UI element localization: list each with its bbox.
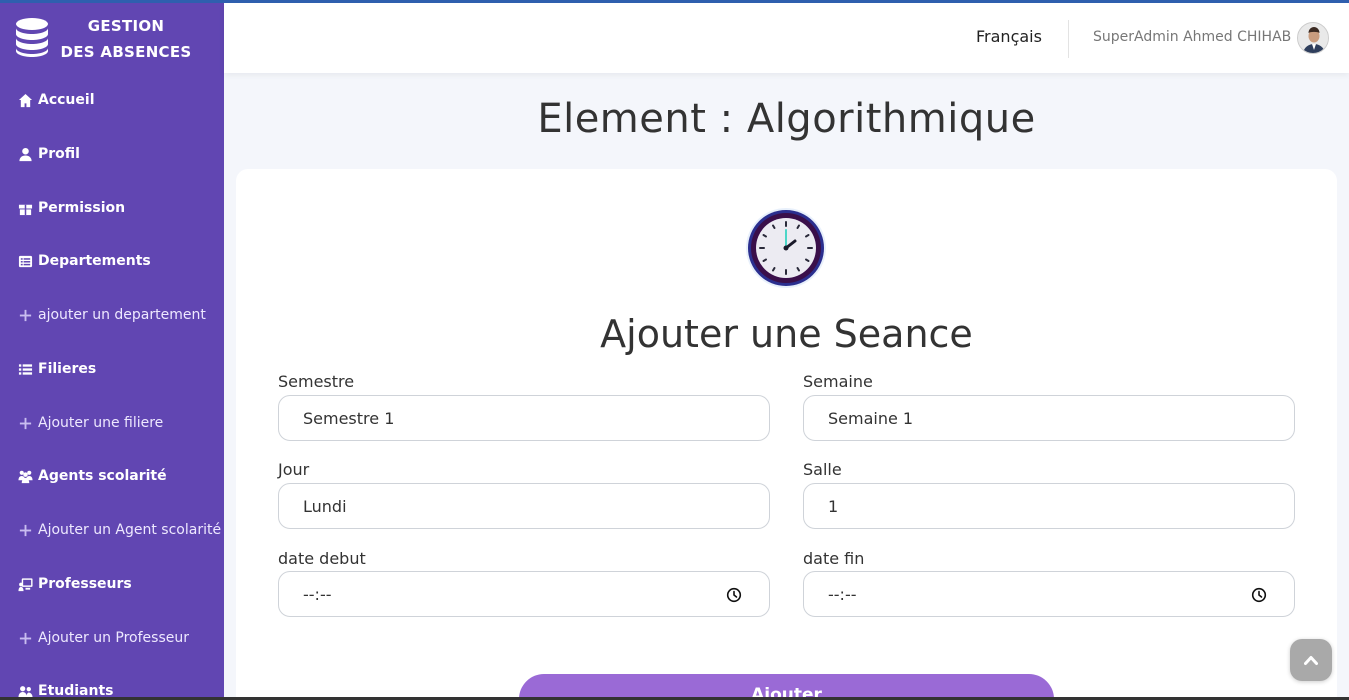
salle-label: Salle xyxy=(803,460,842,479)
home-icon xyxy=(16,92,34,108)
sidebar-item-accueil[interactable]: Accueil xyxy=(16,89,95,111)
date-fin-label: date fin xyxy=(803,549,865,568)
user-name[interactable]: SuperAdmin Ahmed CHIHAB xyxy=(1093,29,1291,45)
sidebar-item-departements[interactable]: Departements xyxy=(16,250,151,272)
date-debut-value: --:-- xyxy=(303,584,332,604)
sidebar-item-label: Filieres xyxy=(38,361,97,377)
database-icon xyxy=(16,18,48,57)
sidebar-item-label: Agents scolarité xyxy=(38,468,167,484)
form-title: Ajouter une Seance xyxy=(600,312,973,356)
clock-picker-icon[interactable] xyxy=(1251,587,1267,603)
sidebar-item-ajouter-agent[interactable]: Ajouter un Agent scolarité xyxy=(16,519,221,541)
sidebar-item-label: Professeurs xyxy=(38,576,132,592)
user-photo-icon xyxy=(1298,23,1328,53)
brand[interactable]: GESTION DES ABSENCES xyxy=(0,3,224,73)
date-fin-input[interactable]: --:-- xyxy=(803,571,1295,617)
page-title: Element : Algorithmique xyxy=(537,96,1036,142)
sidebar-item-label: ajouter un departement xyxy=(38,307,206,323)
sidebar-item-ajouter-professeur[interactable]: Ajouter un Professeur xyxy=(16,627,189,649)
plus-icon xyxy=(16,307,34,323)
language-selector[interactable]: Français xyxy=(976,27,1042,46)
brand-title: GESTION DES ABSENCES xyxy=(52,13,200,65)
top-accent-bar xyxy=(0,0,1349,3)
sidebar-item-label: Departements xyxy=(38,253,151,269)
sidebar-item-label: Ajouter un Professeur xyxy=(38,630,189,646)
avatar[interactable] xyxy=(1297,22,1329,54)
sidebar-item-agents-scolarite[interactable]: Agents scolarité xyxy=(16,465,167,487)
plus-icon xyxy=(16,415,34,431)
list-alt-icon xyxy=(16,253,34,269)
clock-icon xyxy=(746,208,826,288)
chalkboard-icon xyxy=(16,576,34,592)
jour-label: Jour xyxy=(278,460,310,479)
sidebar-item-professeurs[interactable]: Professeurs xyxy=(16,573,132,595)
date-debut-label: date debut xyxy=(278,549,366,568)
semaine-select[interactable]: Semaine 1 xyxy=(803,395,1295,441)
user-icon xyxy=(16,146,34,162)
header-divider xyxy=(1068,20,1069,58)
semaine-label: Semaine xyxy=(803,372,873,391)
plus-icon xyxy=(16,522,34,538)
sidebar-item-ajouter-departement[interactable]: ajouter un departement xyxy=(16,304,206,326)
chevron-up-icon xyxy=(1304,656,1318,665)
scroll-to-top-button[interactable] xyxy=(1290,639,1332,681)
sidebar-item-label: Permission xyxy=(38,200,126,216)
gift-icon xyxy=(16,200,34,216)
sidebar-item-label: Ajouter un Agent scolarité xyxy=(38,522,222,538)
people-icon xyxy=(16,468,34,484)
list-icon xyxy=(16,361,34,377)
sidebar: GESTION DES ABSENCES Accueil Profil Perm… xyxy=(0,3,224,700)
form-card: Ajouter une Seance Semestre Semestre 1 S… xyxy=(236,169,1337,700)
brand-line-1: GESTION xyxy=(87,17,165,35)
sidebar-item-filieres[interactable]: Filieres xyxy=(16,358,96,380)
semestre-label: Semestre xyxy=(278,372,355,391)
sidebar-item-profil[interactable]: Profil xyxy=(16,143,80,165)
clock-picker-icon[interactable] xyxy=(726,587,742,603)
sidebar-item-label: Ajouter une filiere xyxy=(38,415,164,431)
jour-select[interactable]: Lundi xyxy=(278,483,770,529)
top-header: Français SuperAdmin Ahmed CHIHAB xyxy=(224,3,1349,73)
sidebar-item-label: Profil xyxy=(38,146,80,162)
date-debut-input[interactable]: --:-- xyxy=(278,571,770,617)
sidebar-item-ajouter-filiere[interactable]: Ajouter une filiere xyxy=(16,412,163,434)
sidebar-item-permission[interactable]: Permission xyxy=(16,197,125,219)
salle-input[interactable]: 1 xyxy=(803,483,1295,529)
sidebar-item-label: Accueil xyxy=(38,92,95,108)
date-fin-value: --:-- xyxy=(828,584,857,604)
semestre-select[interactable]: Semestre 1 xyxy=(278,395,770,441)
plus-icon xyxy=(16,630,34,646)
brand-line-2: DES ABSENCES xyxy=(60,43,192,61)
